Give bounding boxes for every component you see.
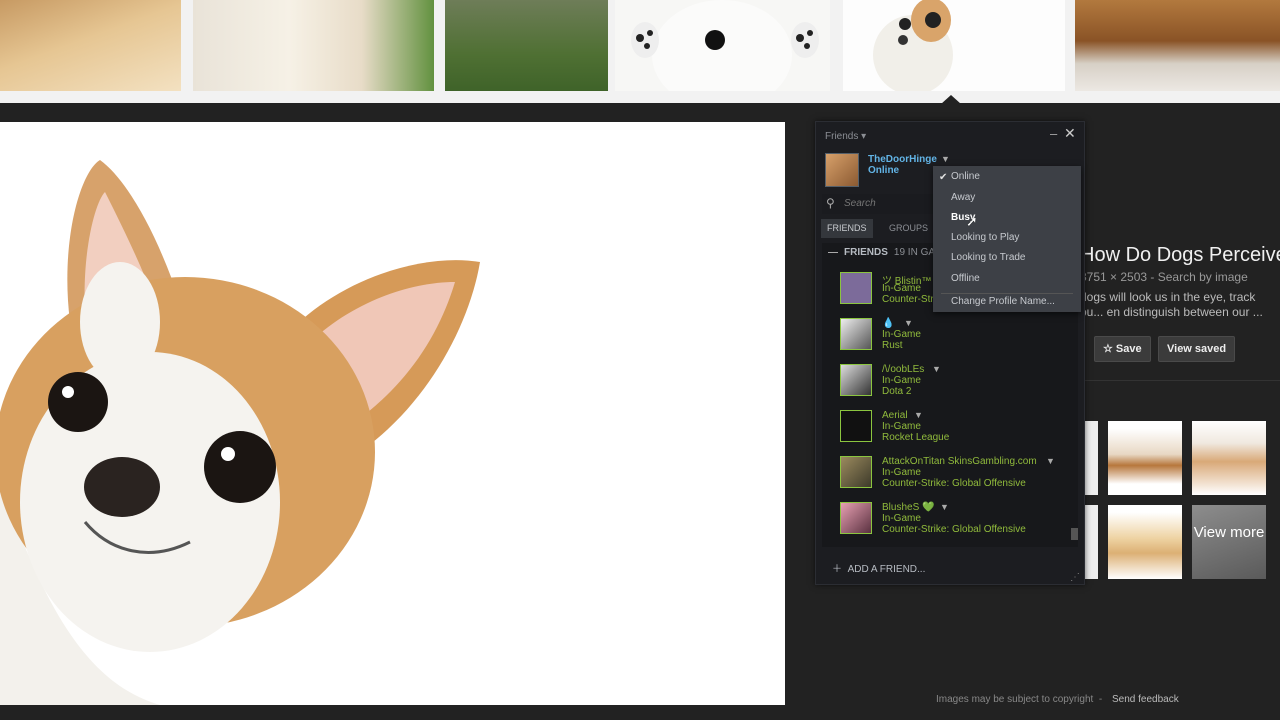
status-option-offline[interactable]: Offline (951, 273, 980, 284)
tab-friends[interactable]: FRIENDS (821, 219, 873, 238)
chihuahua-small-illustration (873, 0, 953, 95)
friends-section-header[interactable]: — FRIENDS 19 IN GA (822, 247, 935, 258)
chevron-down-icon[interactable]: ▼ (941, 154, 950, 164)
image-title[interactable]: How Do Dogs Perceive (1080, 244, 1280, 267)
friend-item[interactable]: AttackOnTitan SkinsGambling.com ▼ In-Gam… (840, 456, 1070, 494)
checkmark-icon: ✔ (939, 172, 948, 183)
user-status[interactable]: Online (868, 165, 899, 176)
status-option-looking-to-trade[interactable]: Looking to Trade (951, 252, 1026, 263)
collapse-icon: — (828, 247, 838, 258)
add-friend-button[interactable]: ＋ ADD A FRIEND... (832, 560, 925, 575)
view-saved-button[interactable]: View saved (1158, 336, 1236, 362)
related-image[interactable] (1192, 421, 1266, 495)
thumbnail-labrador-puppy[interactable] (193, 0, 434, 91)
status-option-away[interactable]: Away (951, 192, 975, 203)
mouse-cursor-icon: ➚ (966, 213, 978, 229)
chevron-down-icon[interactable]: ▼ (914, 410, 923, 420)
resize-grip-icon[interactable]: ⋰ (1070, 572, 1080, 583)
chevron-down-icon[interactable]: ▼ (904, 318, 913, 328)
view-more-button[interactable]: View more (1192, 505, 1266, 579)
friend-item[interactable]: /\/oobLEs ▼ In-Game Dota 2 (840, 364, 1070, 402)
image-results-strip (0, 0, 1280, 110)
friend-avatar (840, 272, 872, 304)
status-option-online[interactable]: Online (951, 171, 980, 182)
friend-item[interactable]: 💧 ▼ In-Game Rust (840, 318, 1070, 356)
thumbnail-westie[interactable] (615, 0, 830, 110)
user-name[interactable]: TheDoorHinge (868, 154, 937, 165)
friend-item[interactable]: BlusheS 💚 ▼ In-Game Counter-Strike: Glob… (840, 502, 1070, 540)
star-icon: ☆ (1103, 343, 1116, 355)
status-option-looking-to-play[interactable]: Looking to Play (951, 232, 1019, 243)
chevron-down-icon: ▾ (861, 131, 867, 142)
save-button[interactable]: ☆ Save (1094, 336, 1151, 362)
menu-divider (941, 293, 1073, 294)
related-image[interactable] (1108, 421, 1182, 495)
divider (1075, 380, 1280, 381)
westie-illustration (631, 0, 819, 110)
preview-image[interactable] (0, 122, 785, 705)
search-icon: ⚲ (826, 196, 835, 210)
friend-avatar (840, 318, 872, 350)
thumbnail-chihuahua[interactable] (843, 0, 1065, 95)
thumbnail-husky[interactable] (445, 0, 608, 91)
image-meta: 3751 × 2503 - Search by image (1080, 270, 1248, 284)
chevron-down-icon[interactable]: ▼ (940, 502, 949, 512)
scrollbar-thumb[interactable] (1071, 528, 1078, 540)
thumbnail-shepherd[interactable] (1075, 0, 1280, 91)
related-image[interactable] (1108, 505, 1182, 579)
thumbnail-pomeranian[interactable] (0, 0, 181, 91)
chevron-down-icon[interactable]: ▼ (1046, 456, 1055, 466)
friends-window-title[interactable]: Friends ▾ (825, 131, 866, 142)
friend-avatar (840, 502, 872, 534)
image-description: dogs will look us in the eye, track ou..… (1080, 290, 1263, 319)
friend-avatar (840, 364, 872, 396)
send-feedback-link[interactable]: Send feedback (1112, 694, 1179, 705)
friend-avatar (840, 410, 872, 442)
friend-item[interactable]: Aerial ▼ In-Game Rocket League (840, 410, 1070, 448)
friend-avatar (840, 456, 872, 488)
change-profile-name-option[interactable]: Change Profile Name... (951, 296, 1055, 307)
status-dropdown-menu: ✔ Online Away Busy Looking to Play Looki… (933, 166, 1081, 312)
chevron-down-icon[interactable]: ▼ (932, 364, 941, 374)
user-avatar[interactable] (825, 153, 859, 187)
plus-icon: ＋ (832, 564, 848, 575)
selection-notch (941, 95, 961, 104)
chihuahua-illustration (0, 160, 480, 705)
copyright-notice: Images may be subject to copyright - (936, 694, 1103, 705)
tab-groups[interactable]: GROUPS (883, 219, 934, 238)
close-icon[interactable]: ✕ (1064, 125, 1076, 142)
minimize-icon[interactable]: – (1050, 126, 1057, 141)
